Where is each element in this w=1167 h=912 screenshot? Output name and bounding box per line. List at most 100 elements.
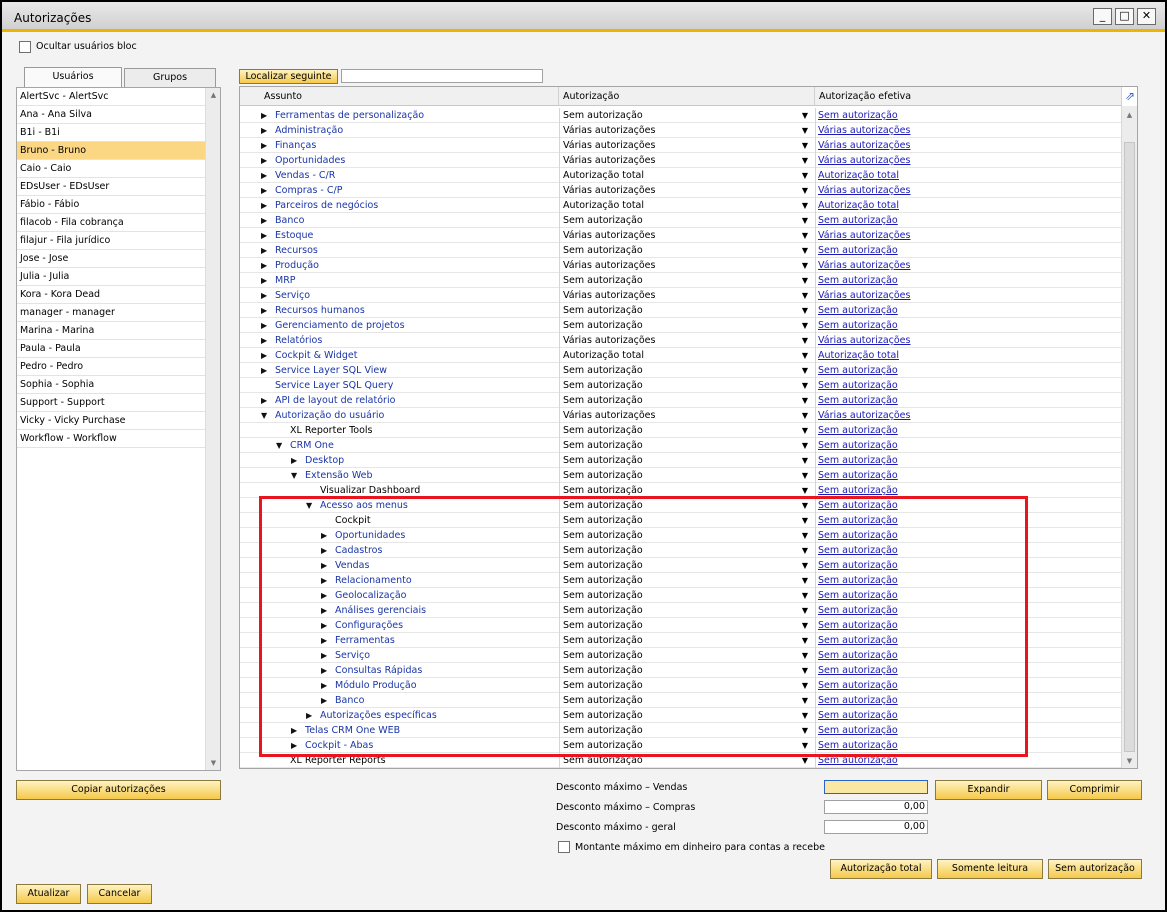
authorization-dropdown[interactable]: Sem autorização ▼	[559, 738, 812, 753]
purchases-discount-input[interactable]: 0,00	[824, 800, 928, 814]
effective-authorization-link[interactable]: Sem autorização	[815, 693, 1122, 708]
user-list-item[interactable]: Vicky - Vicky Purchase	[17, 412, 205, 430]
effective-authorization-link[interactable]: Sem autorização	[815, 708, 1122, 723]
dropdown-arrow-icon[interactable]: ▼	[802, 468, 808, 483]
expand-triangle-icon[interactable]: ▶	[261, 303, 267, 318]
tab-users[interactable]: Usuários	[24, 67, 122, 88]
effective-authorization-link[interactable]: Sem autorização	[815, 753, 1122, 768]
authorization-dropdown[interactable]: Sem autorização ▼	[559, 543, 812, 558]
dropdown-arrow-icon[interactable]: ▼	[802, 123, 808, 138]
dropdown-arrow-icon[interactable]: ▼	[802, 588, 808, 603]
dropdown-arrow-icon[interactable]: ▼	[802, 393, 808, 408]
authorization-dropdown[interactable]: Sem autorização ▼	[559, 618, 812, 633]
grid-row[interactable]: ▼ Acesso aos menus Sem autorização ▼ Sem aut…	[240, 498, 1122, 513]
grid-row[interactable]: ▶ Ferramentas de personalização Sem autori…	[240, 108, 1122, 123]
user-list-item[interactable]: Pedro - Pedro	[17, 358, 205, 376]
expand-triangle-icon[interactable]: ▶	[291, 738, 297, 753]
authorization-dropdown[interactable]: Sem autorização ▼	[559, 528, 812, 543]
dropdown-arrow-icon[interactable]: ▼	[802, 423, 808, 438]
effective-authorization-link[interactable]: Sem autorização	[815, 318, 1122, 333]
expand-triangle-icon[interactable]: ▶	[261, 243, 267, 258]
effective-authorization-link[interactable]: Sem autorização	[815, 438, 1122, 453]
authorization-dropdown[interactable]: Sem autorização ▼	[559, 378, 812, 393]
authorization-dropdown[interactable]: Sem autorização ▼	[559, 513, 812, 528]
dropdown-arrow-icon[interactable]: ▼	[802, 663, 808, 678]
grid-row[interactable]: ▶ Configurações Sem autorização ▼ Sem autori…	[240, 618, 1122, 633]
authorization-dropdown[interactable]: Autorização total ▼	[559, 198, 812, 213]
authorization-dropdown[interactable]: Várias autorizações ▼	[559, 123, 812, 138]
grid-row[interactable]: ▶ Serviço Sem autorização ▼ Sem autorização	[240, 648, 1122, 663]
dropdown-arrow-icon[interactable]: ▼	[802, 633, 808, 648]
authorization-dropdown[interactable]: Sem autorização ▼	[559, 273, 812, 288]
dropdown-arrow-icon[interactable]: ▼	[802, 438, 808, 453]
grid-row[interactable]: ▶ Finanças Várias autorizações ▼ Várias auto…	[240, 138, 1122, 153]
dropdown-arrow-icon[interactable]: ▼	[802, 618, 808, 633]
authorization-dropdown[interactable]: Várias autorizações ▼	[559, 153, 812, 168]
dropdown-arrow-icon[interactable]: ▼	[802, 303, 808, 318]
grid-row[interactable]: ▼ Autorização do usuário Várias autorizaçõ…	[240, 408, 1122, 423]
dropdown-arrow-icon[interactable]: ▼	[802, 483, 808, 498]
grid-row[interactable]: ▶ Oportunidades Sem autorização ▼ Sem autori…	[240, 528, 1122, 543]
grid-row[interactable]: XL Reporter Tools Sem autorização ▼ Sem aut…	[240, 423, 1122, 438]
effective-authorization-link[interactable]: Sem autorização	[815, 723, 1122, 738]
effective-authorization-link[interactable]: Sem autorização	[815, 528, 1122, 543]
grid-row[interactable]: ▶ Autorizações específicas Sem autorização…	[240, 708, 1122, 723]
dropdown-arrow-icon[interactable]: ▼	[802, 183, 808, 198]
effective-authorization-link[interactable]: Sem autorização	[815, 498, 1122, 513]
authorization-dropdown[interactable]: Sem autorização ▼	[559, 108, 812, 123]
expand-triangle-icon[interactable]: ▶	[261, 153, 267, 168]
expand-triangle-icon[interactable]: ▶	[291, 723, 297, 738]
expand-triangle-icon[interactable]: ▶	[321, 678, 327, 693]
collapse-triangle-icon[interactable]: ▼	[306, 498, 312, 513]
expand-triangle-icon[interactable]: ▶	[261, 318, 267, 333]
effective-authorization-link[interactable]: Várias autorizações	[815, 123, 1122, 138]
grid-row[interactable]: ▶ Ferramentas Sem autorização ▼ Sem autoriza…	[240, 633, 1122, 648]
effective-authorization-link[interactable]: Sem autorização	[815, 213, 1122, 228]
effective-authorization-link[interactable]: Sem autorização	[815, 468, 1122, 483]
grid-row[interactable]: ▶ Cockpit & Widget Autorização total ▼ Autor…	[240, 348, 1122, 363]
grid-row[interactable]: ▶ Cadastros Sem autorização ▼ Sem autorizaçã…	[240, 543, 1122, 558]
effective-authorization-link[interactable]: Várias autorizações	[815, 153, 1122, 168]
dropdown-arrow-icon[interactable]: ▼	[802, 648, 808, 663]
dropdown-arrow-icon[interactable]: ▼	[802, 288, 808, 303]
authorization-dropdown[interactable]: Sem autorização ▼	[559, 678, 812, 693]
general-discount-input[interactable]: 0,00	[824, 820, 928, 834]
scroll-down-icon[interactable]: ▼	[206, 756, 221, 770]
maximize-button[interactable]: □	[1115, 8, 1134, 25]
effective-authorization-link[interactable]: Várias autorizações	[815, 183, 1122, 198]
effective-authorization-link[interactable]: Sem autorização	[815, 423, 1122, 438]
grid-row[interactable]: ▶ Consultas Rápidas Sem autorização ▼ Sem au…	[240, 663, 1122, 678]
grid-row[interactable]: ▶ Banco Sem autorização ▼ Sem autorização	[240, 693, 1122, 708]
grid-row[interactable]: ▶ Geolocalização Sem autorização ▼ Sem autor…	[240, 588, 1122, 603]
collapse-button[interactable]: Comprimir	[1047, 780, 1142, 800]
effective-authorization-link[interactable]: Várias autorizações	[815, 288, 1122, 303]
grid-row[interactable]: ▼ Extensão Web Sem autorização ▼ Sem autoriz…	[240, 468, 1122, 483]
effective-authorization-link[interactable]: Várias autorizações	[815, 138, 1122, 153]
tab-groups[interactable]: Grupos	[124, 68, 216, 88]
grid-row[interactable]: Service Layer SQL Query Sem autorização ▼ S…	[240, 378, 1122, 393]
effective-authorization-link[interactable]: Sem autorização	[815, 483, 1122, 498]
expand-triangle-icon[interactable]: ▶	[261, 213, 267, 228]
effective-authorization-link[interactable]: Várias autorizações	[815, 333, 1122, 348]
column-header-subject[interactable]: Assunto	[240, 87, 559, 106]
grid-row[interactable]: ▶ Serviço Várias autorizações ▼ Várias autor…	[240, 288, 1122, 303]
effective-authorization-link[interactable]: Sem autorização	[815, 558, 1122, 573]
grid-scrollbar[interactable]: ▲ ▼	[1121, 106, 1137, 768]
grid-row[interactable]: ▶ Administração Várias autorizações ▼ Várias…	[240, 123, 1122, 138]
grid-row[interactable]: ▶ Vendas - C/R Autorização total ▼ Autorizaç…	[240, 168, 1122, 183]
effective-authorization-link[interactable]: Autorização total	[815, 168, 1122, 183]
authorization-dropdown[interactable]: Sem autorização ▼	[559, 423, 812, 438]
authorization-dropdown[interactable]: Sem autorização ▼	[559, 393, 812, 408]
grid-row[interactable]: ▶ Relacionamento Sem autorização ▼ Sem autor…	[240, 573, 1122, 588]
dropdown-arrow-icon[interactable]: ▼	[802, 348, 808, 363]
dropdown-arrow-icon[interactable]: ▼	[802, 603, 808, 618]
collapse-triangle-icon[interactable]: ▼	[291, 468, 297, 483]
authorization-dropdown[interactable]: Sem autorização ▼	[559, 243, 812, 258]
expand-triangle-icon[interactable]: ▶	[321, 663, 327, 678]
column-header-effective[interactable]: Autorização efetiva	[815, 87, 1122, 106]
grid-row[interactable]: XL Reporter Reports Sem autorização ▼ Sem a…	[240, 753, 1122, 768]
effective-authorization-link[interactable]: Sem autorização	[815, 648, 1122, 663]
expand-triangle-icon[interactable]: ▶	[261, 228, 267, 243]
expand-button[interactable]: Expandir	[935, 780, 1042, 800]
dropdown-arrow-icon[interactable]: ▼	[802, 408, 808, 423]
